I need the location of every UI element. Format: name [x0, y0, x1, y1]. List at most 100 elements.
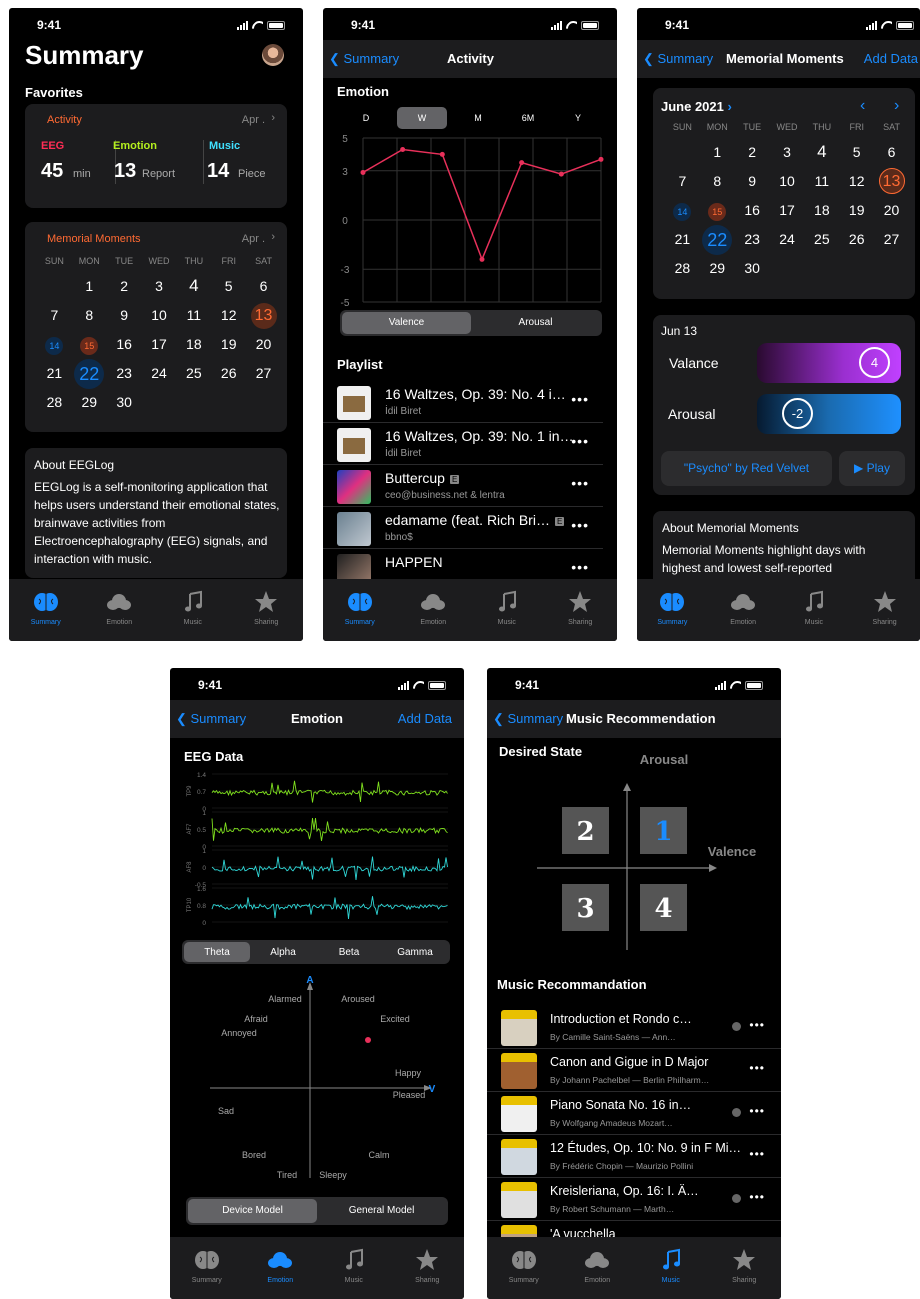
- more-icon[interactable]: •••: [571, 559, 589, 575]
- calendar-day-23[interactable]: 23: [107, 359, 142, 388]
- calendar-day-24[interactable]: 24: [142, 359, 177, 388]
- calendar-day-17[interactable]: 17: [770, 196, 805, 225]
- calendar-day-3[interactable]: 3: [142, 272, 177, 301]
- tab-emotion[interactable]: Emotion: [567, 1247, 627, 1299]
- playlist-row[interactable]: Buttercup Eceo@business.net & lentra •••: [323, 465, 603, 507]
- calendar-day-16[interactable]: 16: [107, 330, 142, 359]
- tab-music[interactable]: Music: [784, 589, 844, 641]
- calendar-day-8[interactable]: 8: [700, 167, 735, 196]
- tab-sharing[interactable]: Sharing: [714, 1247, 774, 1299]
- calendar-day-30[interactable]: 30: [107, 388, 142, 417]
- calendar-day-5[interactable]: 5: [211, 272, 246, 301]
- more-icon[interactable]: •••: [749, 1018, 765, 1032]
- tab-music[interactable]: Music: [324, 1247, 384, 1299]
- calendar-day-2[interactable]: 2: [735, 138, 770, 167]
- more-icon[interactable]: •••: [749, 1061, 765, 1075]
- calendar-day-14[interactable]: 14: [665, 196, 700, 225]
- calendar-day-4[interactable]: 4: [804, 138, 839, 167]
- calendar-day-1[interactable]: 1: [72, 272, 107, 301]
- calendar-day-26[interactable]: 26: [211, 359, 246, 388]
- tab-music[interactable]: Music: [477, 589, 537, 641]
- calendar-day-9[interactable]: 9: [735, 167, 770, 196]
- playlist-row[interactable]: 16 Waltzes, Op. 39: No. 1 in… İdil Biret •…: [323, 423, 603, 465]
- month-label[interactable]: June 2021 ›: [661, 99, 732, 114]
- band-beta[interactable]: Beta: [316, 942, 382, 962]
- back-button[interactable]: ❮ Summary: [329, 51, 399, 67]
- recommendation-row[interactable]: Canon and Gigue in D Major By Johann Pach…: [487, 1049, 781, 1092]
- calendar-day-7[interactable]: 7: [37, 301, 72, 330]
- download-icon[interactable]: [732, 1194, 741, 1203]
- calendar-day-13[interactable]: 13: [874, 167, 909, 196]
- calendar-day-10[interactable]: 10: [142, 301, 177, 330]
- avatar[interactable]: [262, 44, 284, 66]
- more-icon[interactable]: •••: [571, 517, 589, 533]
- more-icon[interactable]: •••: [749, 1147, 765, 1161]
- memorial-moments-card[interactable]: Memorial Moments Apr . › SUN MON TUE WED THU…: [25, 222, 287, 432]
- calendar-day-22[interactable]: 22: [700, 225, 735, 255]
- band-theta[interactable]: Theta: [184, 942, 250, 962]
- tab-summary[interactable]: Summary: [330, 589, 390, 641]
- tab-music[interactable]: Music: [163, 589, 223, 641]
- calendar-day-10[interactable]: 10: [770, 167, 805, 196]
- calendar-day-21[interactable]: 21: [37, 359, 72, 388]
- calendar-day-24[interactable]: 24: [770, 225, 805, 254]
- calendar-day-25[interactable]: 25: [176, 359, 211, 388]
- calendar-day-6[interactable]: 6: [246, 272, 281, 301]
- calendar-day-29[interactable]: 29: [700, 254, 735, 283]
- more-icon[interactable]: •••: [749, 1190, 765, 1204]
- add-data-button[interactable]: Add Data: [864, 51, 918, 66]
- calendar-day-3[interactable]: 3: [770, 138, 805, 167]
- tab-summary[interactable]: Summary: [494, 1247, 554, 1299]
- calendar-day-18[interactable]: 18: [176, 330, 211, 359]
- band-alpha[interactable]: Alpha: [250, 942, 316, 962]
- calendar-day-11[interactable]: 11: [176, 301, 211, 330]
- calendar-day-12[interactable]: 12: [839, 167, 874, 196]
- mode-valence[interactable]: Valence: [342, 312, 471, 334]
- calendar-day-14[interactable]: 14: [37, 330, 72, 359]
- calendar-day-7[interactable]: 7: [665, 167, 700, 196]
- tab-sharing[interactable]: Sharing: [236, 589, 296, 641]
- download-icon[interactable]: [732, 1108, 741, 1117]
- range-y[interactable]: Y: [553, 107, 603, 129]
- calendar-day-12[interactable]: 12: [211, 301, 246, 330]
- prev-month-button[interactable]: ‹: [860, 97, 865, 115]
- tab-sharing[interactable]: Sharing: [855, 589, 915, 641]
- calendar-day-18[interactable]: 18: [804, 196, 839, 225]
- tab-sharing[interactable]: Sharing: [397, 1247, 457, 1299]
- tab-emotion[interactable]: Emotion: [89, 589, 149, 641]
- calendar-day-2[interactable]: 2: [107, 272, 142, 301]
- calendar-day-28[interactable]: 28: [37, 388, 72, 417]
- tab-emotion[interactable]: Emotion: [250, 1247, 310, 1299]
- tab-sharing[interactable]: Sharing: [550, 589, 610, 641]
- calendar-day-15[interactable]: 15: [72, 330, 107, 359]
- calendar-day-20[interactable]: 20: [874, 196, 909, 225]
- calendar-day-29[interactable]: 29: [72, 388, 107, 417]
- back-button[interactable]: ❮ Summary: [176, 711, 246, 727]
- play-button[interactable]: ▶ Play: [839, 451, 905, 486]
- calendar-day-11[interactable]: 11: [804, 167, 839, 196]
- calendar-day-22[interactable]: 22: [72, 359, 107, 389]
- tab-summary[interactable]: Summary: [642, 589, 702, 641]
- calendar-day-25[interactable]: 25: [804, 225, 839, 254]
- calendar-day-19[interactable]: 19: [211, 330, 246, 359]
- range-d[interactable]: D: [341, 107, 391, 129]
- calendar-day-16[interactable]: 16: [735, 196, 770, 225]
- tab-music[interactable]: Music: [641, 1247, 701, 1299]
- mode-arousal[interactable]: Arousal: [471, 312, 600, 334]
- model-device-model[interactable]: Device Model: [188, 1199, 317, 1223]
- calendar-day-27[interactable]: 27: [246, 359, 281, 388]
- playlist-row[interactable]: edamame (feat. Rich Bri… Ebbno$ •••: [323, 507, 603, 549]
- song-button[interactable]: "Psycho" by Red Velvet: [661, 451, 832, 486]
- range-6m[interactable]: 6M: [503, 107, 553, 129]
- tab-summary[interactable]: Summary: [177, 1247, 237, 1299]
- more-icon[interactable]: •••: [571, 391, 589, 407]
- back-button[interactable]: ❮ Summary: [493, 711, 563, 727]
- recommendation-row[interactable]: 'A vucchella•••: [487, 1221, 781, 1238]
- more-icon[interactable]: •••: [571, 433, 589, 449]
- more-icon[interactable]: •••: [749, 1104, 765, 1118]
- calendar-day-20[interactable]: 20: [246, 330, 281, 359]
- more-icon[interactable]: •••: [571, 475, 589, 491]
- calendar-day-4[interactable]: 4: [176, 272, 211, 301]
- next-month-button[interactable]: ›: [894, 97, 899, 115]
- calendar-day-19[interactable]: 19: [839, 196, 874, 225]
